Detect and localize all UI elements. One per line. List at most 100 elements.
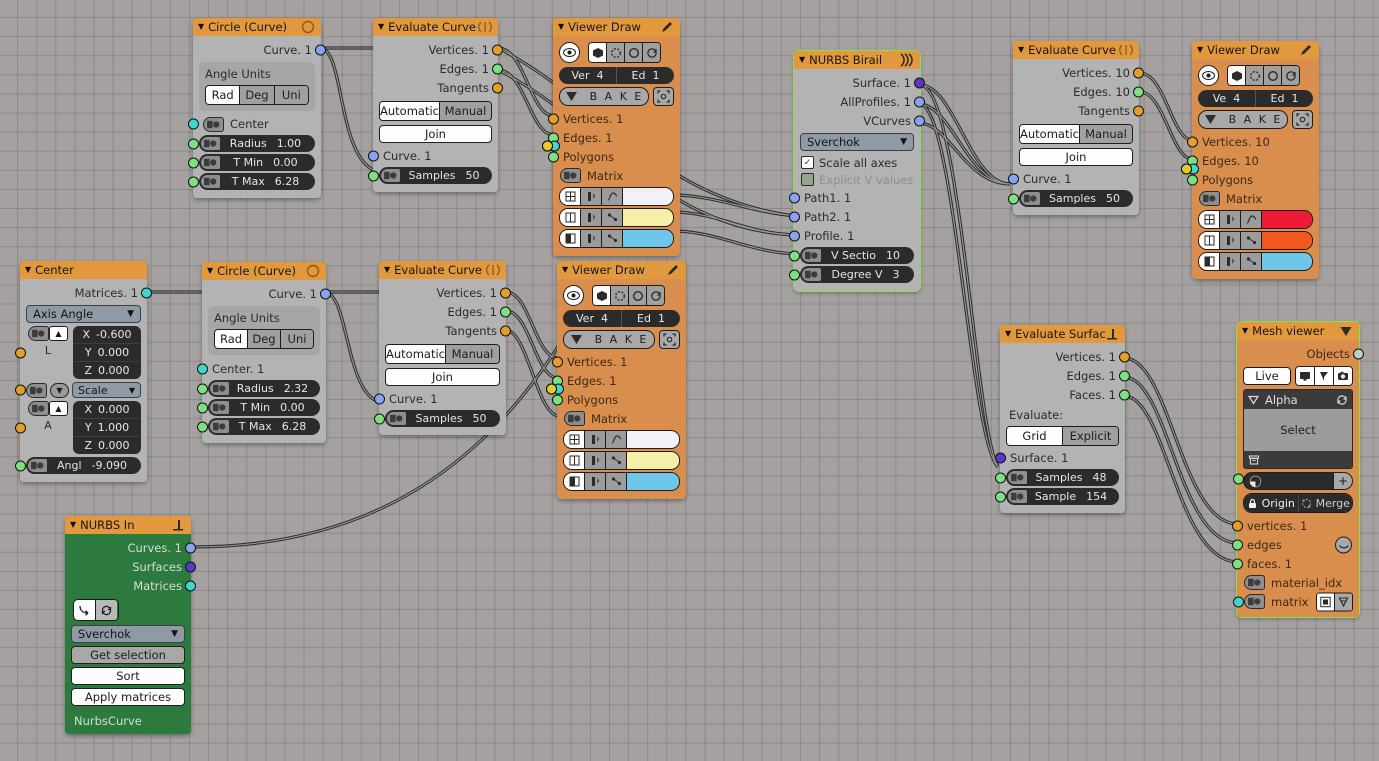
scale-dropdown[interactable]: Scale ▼ — [72, 382, 141, 398]
socket-objects-out[interactable] — [1353, 348, 1364, 359]
refresh-icon[interactable] — [643, 43, 660, 62]
apply-matrices-button[interactable]: Apply matrices — [71, 688, 185, 706]
output-matrices[interactable]: Matrices — [65, 576, 196, 595]
refresh-icon[interactable] — [1282, 66, 1299, 85]
curve-icon[interactable] — [1241, 211, 1262, 228]
socket-surface-in[interactable] — [995, 452, 1006, 463]
node-header[interactable]: ▼ Center — [20, 261, 147, 279]
node-header[interactable]: ▼ Circle (Curve) — [193, 18, 321, 36]
socket-curve-out[interactable] — [320, 288, 331, 299]
socket-vertices-in[interactable] — [1187, 136, 1198, 147]
collapse-triangle-icon[interactable]: ▼ — [562, 266, 568, 274]
socket-path1-in[interactable] — [789, 192, 800, 203]
input-vertices[interactable]: Vertices. 1 — [548, 109, 680, 128]
mode-automatic[interactable]: Automatic — [380, 102, 440, 120]
eye-icon[interactable] — [563, 285, 584, 306]
live-button[interactable]: Live — [1243, 367, 1291, 385]
collapse-triangle-icon[interactable]: ▼ — [1005, 330, 1011, 338]
vertex-display-icon[interactable] — [564, 431, 585, 448]
bake-row[interactable]: B A K E — [559, 87, 674, 106]
triangle-down-icon[interactable] — [1248, 394, 1259, 405]
plug-icon[interactable] — [560, 168, 581, 183]
socket-samples-u-in[interactable] — [995, 472, 1006, 483]
socket-polygons-in[interactable] — [1187, 174, 1198, 185]
archive-box-icon[interactable] — [1248, 454, 1260, 466]
axis-vector-group[interactable]: ▲ A X 0.000 Y 1.000 Z 0.000 — [15, 401, 141, 454]
angle-unit-uni[interactable]: Uni — [281, 330, 313, 348]
input-material-idx[interactable]: material_idx — [1233, 473, 1359, 592]
field-value[interactable]: Degree V3 — [823, 268, 914, 281]
collapse-triangle-icon[interactable]: ▼ — [799, 56, 805, 64]
field-value[interactable]: V Sectio 10 — [823, 249, 914, 262]
matrix-display-toggles[interactable] — [1316, 592, 1353, 611]
socket-matrix-in[interactable] — [1233, 596, 1244, 607]
plug-icon[interactable] — [801, 267, 822, 282]
socket-path2-in[interactable] — [789, 211, 800, 222]
viewer-toolbar[interactable] — [557, 283, 686, 308]
input-matrix[interactable]: matrix — [1233, 592, 1359, 611]
plug-icon[interactable] — [27, 458, 48, 473]
input-vertices[interactable]: Vertices. 10 — [1187, 132, 1319, 151]
socket-matrices-out[interactable] — [185, 580, 196, 591]
circle-icon[interactable] — [629, 286, 647, 305]
node-header[interactable]: ▼ Evaluate Curve — [1013, 41, 1139, 59]
bake-button[interactable]: B A K E — [1198, 110, 1288, 129]
socket-tmin-in[interactable] — [197, 402, 208, 413]
join-button[interactable]: Join — [385, 368, 500, 386]
field-samples[interactable]: Samples 50 — [1008, 190, 1133, 207]
plug-icon[interactable] — [28, 326, 49, 341]
socket-edges-out[interactable] — [500, 306, 511, 317]
field-samples-v[interactable]: Sample 154 — [995, 488, 1119, 505]
expand-triangle-icon[interactable]: ▲ — [49, 326, 68, 341]
socket-radius-in[interactable] — [197, 383, 208, 394]
mode-explicit[interactable]: Explicit — [1063, 427, 1118, 445]
field-v-sections[interactable]: V Sectio 10 — [789, 247, 914, 264]
output-matrices[interactable]: Matrices. 1 — [20, 283, 152, 302]
socket-tmax-in[interactable] — [197, 421, 208, 432]
input-vertices[interactable]: vertices. 1 — [1232, 516, 1359, 535]
implementation-dropdown[interactable]: Sverchok ▼ — [71, 625, 185, 643]
socket-curve-in[interactable] — [374, 393, 385, 404]
angle-unit-rad[interactable]: Rad — [215, 330, 248, 348]
list-footer[interactable] — [1244, 451, 1352, 468]
node-header[interactable]: ▼ Evaluate Curve — [379, 261, 506, 279]
collapse-triangle-icon[interactable]: ▼ — [25, 266, 31, 274]
socket-location-in[interactable] — [15, 347, 26, 358]
output-surfaces[interactable]: Surfaces — [65, 557, 196, 576]
socket-vsections-in[interactable] — [789, 250, 800, 261]
socket-tmin-in[interactable] — [188, 157, 199, 168]
input-faces[interactable]: faces. 1 — [1232, 554, 1359, 573]
node-circle-curve-top[interactable]: ▼ Circle (Curve) Curve. 1 Angle Units Ra… — [188, 18, 326, 198]
node-header[interactable]: ▼ Circle (Curve) — [202, 262, 326, 280]
socket-edges-out[interactable] — [1133, 86, 1144, 97]
input-path1[interactable]: Path1. 1 — [789, 188, 920, 207]
input-profile[interactable]: Profile. 1 — [789, 226, 920, 245]
field-loc-y[interactable]: Y 0.000 — [73, 344, 141, 362]
bounding-box-icon[interactable] — [1292, 110, 1313, 129]
node-tree-icon[interactable] — [602, 230, 623, 247]
node-evaluate-curve-mid[interactable]: ▼ Evaluate Curve Vertices. 1 Edges. 1 Ta… — [374, 261, 511, 435]
viewer-toolbar[interactable] — [1192, 63, 1319, 88]
socket-samples-in[interactable] — [374, 413, 385, 424]
display-mode-icons[interactable] — [588, 42, 661, 63]
import-arrow-icon[interactable] — [74, 600, 96, 620]
field-samples-u[interactable]: Samples 48 — [995, 469, 1119, 486]
origin-merge-row[interactable]: Origin Merge — [1243, 493, 1353, 513]
socket-faces-out[interactable] — [1119, 389, 1130, 400]
evaluate-mode-segmented[interactable]: Grid Explicit — [1006, 426, 1119, 446]
mode-automatic[interactable]: Automatic — [1020, 125, 1080, 143]
angle-unit-deg[interactable]: Deg — [240, 86, 275, 104]
cursor-arrow-icon[interactable] — [1315, 367, 1334, 385]
socket-samples-in[interactable] — [368, 170, 379, 181]
input-matrix[interactable]: Matrix — [549, 140, 680, 185]
color-swatch[interactable] — [627, 431, 679, 448]
output-surface[interactable]: Surface. 1 — [794, 73, 925, 92]
socket-matrix-in[interactable] — [188, 118, 199, 130]
socket-allprofiles-out[interactable] — [914, 96, 925, 107]
camera-icon[interactable] — [1334, 367, 1352, 385]
plug-icon[interactable] — [200, 174, 221, 189]
material-row[interactable]: + — [1243, 472, 1353, 490]
angle-units-segmented[interactable]: Rad Deg Uni — [214, 329, 314, 349]
edge-display-icon[interactable] — [560, 209, 581, 226]
output-faces[interactable]: Faces. 1 — [1000, 385, 1130, 404]
